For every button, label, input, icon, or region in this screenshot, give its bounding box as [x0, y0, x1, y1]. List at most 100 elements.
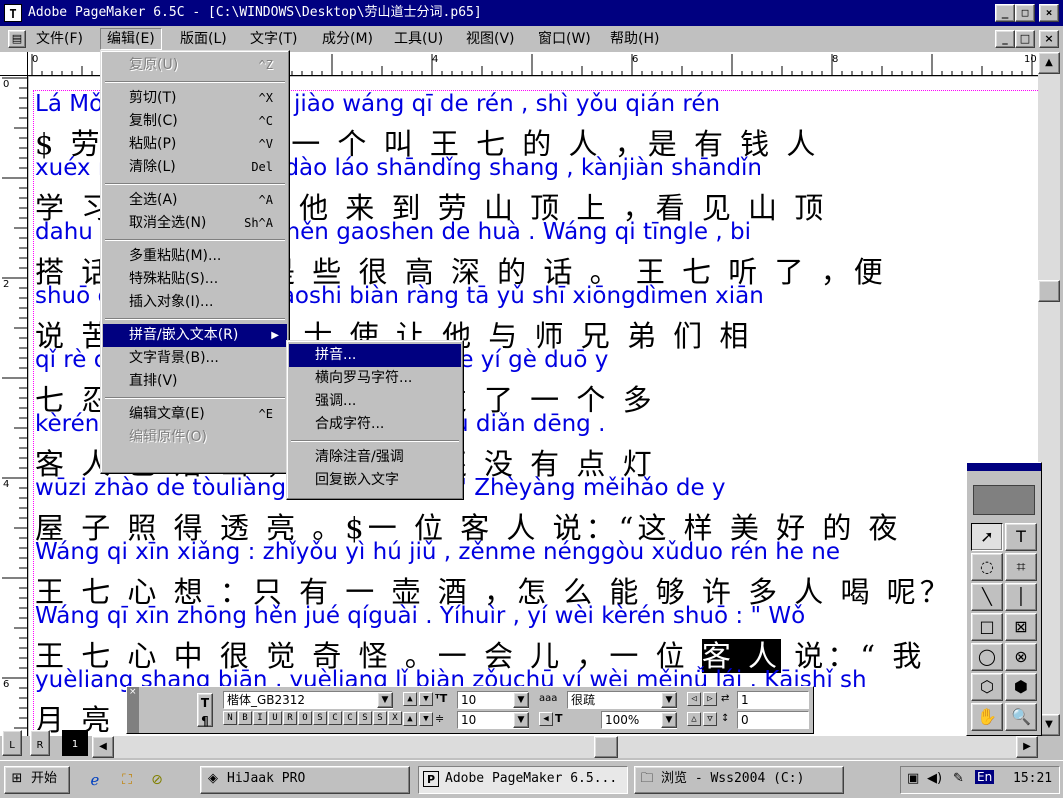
edit-menu-item[interactable]: 拼音/嵌入文本(R) ▶: [103, 324, 287, 347]
volume-icon[interactable]: ◀): [927, 771, 942, 786]
control-palette[interactable]: × T ¶ 楷体_GB2312 ▼ NBIUROSCCSSX ▲ ▼ ᵀT 10 …: [126, 686, 814, 734]
type-style-button[interactable]: R: [283, 711, 297, 725]
size-dropdown-button[interactable]: ▼: [513, 692, 529, 708]
polygon-frame-tool-icon[interactable]: ⬢: [1005, 673, 1037, 701]
doc-close-button[interactable]: ×: [1039, 30, 1059, 48]
rotate-tool-icon[interactable]: ◌: [971, 553, 1003, 581]
tracking-dropdown-button[interactable]: ▼: [661, 692, 677, 708]
edit-menu-item[interactable]: 复原(U) ^Z: [103, 54, 287, 77]
edit-menu-item[interactable]: 剪切(T) ^X: [103, 87, 287, 110]
pinyin-line[interactable]: Wáng qī xīn zhōng hěn jué qíguài . Yíhuì…: [35, 603, 805, 629]
title-bar[interactable]: T Adobe PageMaker 6.5C - [C:\WINDOWS\Des…: [0, 0, 1063, 26]
pinyin-line[interactable]: Wáng qi xīn xiǎng : zhǐyǒu yì hú jiǔ , z…: [35, 539, 840, 565]
channels-icon[interactable]: ⊘: [146, 769, 168, 791]
ruler-origin[interactable]: [0, 52, 28, 76]
document-control-icon[interactable]: ▤: [8, 30, 26, 48]
type-style-button[interactable]: S: [373, 711, 387, 725]
taskbar-hijaak[interactable]: ◈ HiJaak PRO: [200, 766, 410, 794]
submenu-item[interactable]: 清除注音/强调: [289, 446, 461, 469]
desktop-icon[interactable]: ⛶: [116, 769, 138, 791]
internet-explorer-icon[interactable]: ℯ: [84, 769, 106, 791]
input-method-icon[interactable]: ✎: [953, 771, 964, 786]
width-increase-button[interactable]: ◀: [539, 712, 553, 726]
font-dropdown-button[interactable]: ▼: [377, 692, 393, 708]
menu-utilities[interactable]: 工具(U): [388, 28, 449, 50]
toolbox-palette[interactable]: ➚ T ◌ ⌗ ╲ │ □ ⊠ ◯ ⊗ ⬡ ⬢ ✋ 🔍: [966, 462, 1042, 736]
type-style-button[interactable]: N: [223, 711, 237, 725]
ellipse-tool-icon[interactable]: ◯: [971, 643, 1003, 671]
submenu-item[interactable]: 合成字符...: [289, 413, 461, 436]
edit-menu-item[interactable]: 文字背景(B)...: [103, 347, 287, 370]
horizontal-scroll-track[interactable]: [114, 736, 1016, 758]
network-icon[interactable]: ▣: [907, 771, 919, 786]
control-palette-title-bar[interactable]: ×: [127, 687, 139, 733]
close-button[interactable]: ×: [1039, 4, 1059, 22]
menu-element[interactable]: 成分(M): [316, 28, 379, 50]
size-increase-button[interactable]: ▲: [403, 692, 417, 706]
horizontal-scroll-thumb[interactable]: [594, 736, 618, 758]
menu-help[interactable]: 帮助(H): [604, 28, 665, 50]
edit-menu-item[interactable]: 清除(L) Del: [103, 156, 287, 179]
taskbar-pagemaker[interactable]: P Adobe PageMaker 6.5...: [418, 766, 628, 794]
edit-menu-item[interactable]: 取消全选(N) Sh^A: [103, 212, 287, 235]
constrained-line-tool-icon[interactable]: │: [1005, 583, 1037, 611]
rectangle-frame-tool-icon[interactable]: ⊠: [1005, 613, 1037, 641]
baseline-shift-field[interactable]: 0: [737, 711, 809, 729]
type-style-button[interactable]: I: [253, 711, 267, 725]
right-master-page-icon[interactable]: R: [30, 730, 50, 756]
leading-decrease-button[interactable]: ▼: [419, 712, 433, 726]
scroll-thumb[interactable]: [1038, 280, 1060, 302]
edit-menu-item[interactable]: 直排(V): [103, 370, 287, 393]
edit-menu-item[interactable]: 粘贴(P) ^V: [103, 133, 287, 156]
vertical-ruler[interactable]: 0 2 4 6: [0, 76, 28, 736]
edit-menu-item[interactable]: 多重粘贴(M)...: [103, 245, 287, 268]
scroll-up-button[interactable]: ▲: [1038, 52, 1060, 74]
type-style-button[interactable]: S: [313, 711, 327, 725]
width-dropdown-button[interactable]: ▼: [661, 712, 677, 728]
edit-menu-item[interactable]: 编辑文章(E) ^E: [103, 403, 287, 426]
type-style-button[interactable]: B: [238, 711, 252, 725]
scroll-right-button[interactable]: ▶: [1016, 736, 1038, 758]
menu-type[interactable]: 文字(T): [244, 28, 303, 50]
hand-tool-icon[interactable]: ✋: [971, 703, 1003, 731]
edit-menu-item[interactable]: 特殊粘贴(S)...: [103, 268, 287, 291]
menu-edit[interactable]: 编辑(E): [100, 28, 162, 50]
taskbar-explorer[interactable]: 🗀 浏览 - Wss2004 (C:): [634, 766, 844, 794]
kerning-field[interactable]: 1: [737, 691, 809, 709]
type-style-button[interactable]: C: [343, 711, 357, 725]
text-tool-icon[interactable]: T: [1005, 523, 1037, 551]
scroll-left-button[interactable]: ◀: [92, 736, 114, 758]
crop-tool-icon[interactable]: ⌗: [1005, 553, 1037, 581]
polygon-tool-icon[interactable]: ⬡: [971, 673, 1003, 701]
submenu-item[interactable]: 横向罗马字符...: [289, 367, 461, 390]
language-indicator[interactable]: En: [975, 770, 995, 784]
menu-window[interactable]: 窗口(W): [532, 28, 597, 50]
left-master-page-icon[interactable]: L: [2, 730, 22, 756]
toolbox-title-bar[interactable]: [967, 463, 1041, 471]
edit-menu-item[interactable]: 复制(C) ^C: [103, 110, 287, 133]
type-style-button[interactable]: S: [358, 711, 372, 725]
edit-menu-item[interactable]: 插入对象(I)...: [103, 291, 287, 314]
kern-left-button[interactable]: ◁: [687, 692, 701, 706]
type-style-button[interactable]: C: [328, 711, 342, 725]
font-field[interactable]: 楷体_GB2312: [223, 691, 393, 709]
start-button[interactable]: ⊞ 开始: [4, 766, 70, 794]
submenu-item[interactable]: 拼音...: [289, 344, 461, 367]
baseline-down-button[interactable]: ▽: [703, 712, 717, 726]
pagemaker-app-icon[interactable]: T: [4, 4, 22, 22]
doc-restore-button[interactable]: □: [1015, 30, 1035, 48]
leading-increase-button[interactable]: ▲: [403, 712, 417, 726]
ellipse-frame-tool-icon[interactable]: ⊗: [1005, 643, 1037, 671]
type-style-button[interactable]: O: [298, 711, 312, 725]
type-style-button[interactable]: U: [268, 711, 282, 725]
pointer-tool-icon[interactable]: ➚: [971, 523, 1003, 551]
zoom-tool-icon[interactable]: 🔍: [1005, 703, 1037, 731]
kern-right-button[interactable]: ▷: [703, 692, 717, 706]
menu-file[interactable]: 文件(F): [30, 28, 89, 50]
submenu-item[interactable]: 强调...: [289, 390, 461, 413]
type-style-button[interactable]: X: [388, 711, 402, 725]
leading-dropdown-button[interactable]: ▼: [513, 712, 529, 728]
edit-menu-item[interactable]: 编辑原件(O): [103, 426, 287, 449]
menu-view[interactable]: 视图(V): [460, 28, 521, 50]
menu-layout[interactable]: 版面(L): [174, 28, 233, 50]
